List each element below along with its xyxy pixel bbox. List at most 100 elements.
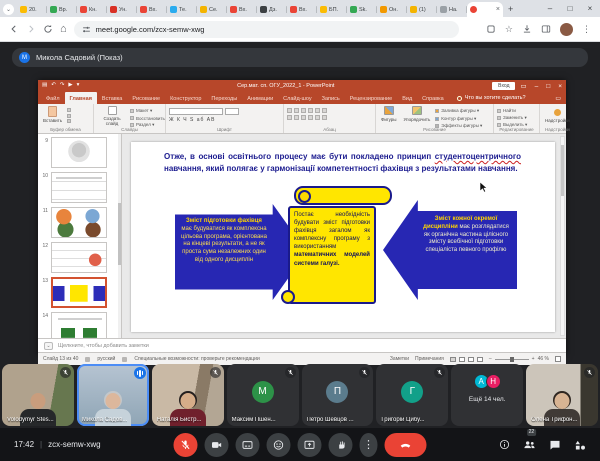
chrome-menu-icon[interactable]: ⋮ [582, 24, 591, 35]
reload-button[interactable] [43, 24, 53, 34]
window-minimize-button[interactable]: – [540, 0, 560, 17]
browser-tab[interactable]: Вх. [227, 2, 257, 17]
site-settings-icon[interactable] [82, 25, 91, 34]
leave-call-button[interactable] [385, 433, 427, 457]
new-slide-button[interactable]: Создать слайд [97, 106, 127, 126]
notes-toggle[interactable]: Заметки [390, 356, 409, 362]
addins-button[interactable]: Надстройки [543, 106, 572, 126]
side-panel-icon[interactable] [541, 24, 551, 34]
browser-tab[interactable]: Те. [167, 2, 197, 17]
thumbnail-slide-11[interactable]: 11 [41, 207, 120, 238]
browser-tab[interactable]: Кн. [77, 2, 107, 17]
browser-tab[interactable]: Он. [377, 2, 407, 17]
fit-slide-button[interactable] [555, 356, 561, 362]
presenter-banner[interactable]: M Микола Садовий (Показ) [12, 48, 588, 67]
browser-tab[interactable]: Ун. [107, 2, 137, 17]
ribbon-tab[interactable]: Анимации [242, 92, 278, 104]
thumbnail-slide-13-selected[interactable]: 13 [41, 277, 120, 308]
shape-outline-button[interactable]: Контур фигуры ▾ [435, 116, 482, 122]
comments-toggle[interactable]: Примечания [415, 356, 444, 362]
current-slide[interactable]: Отже, в основі освітнього процесу має бу… [131, 142, 555, 332]
ribbon-tab[interactable]: Слайд-шоу [278, 92, 317, 104]
participant-tile-maksym[interactable]: M Максим Пшен... [227, 364, 299, 426]
thumbnail-slide-9[interactable]: 9 [41, 137, 120, 168]
window-close-button[interactable]: × [580, 0, 600, 17]
ppt-close-button[interactable]: × [558, 83, 562, 90]
share-icon[interactable] [486, 24, 496, 34]
accessibility-status[interactable]: Специальные возможности: проверьте реком… [134, 356, 259, 362]
find-button[interactable]: Найти [497, 108, 527, 113]
tell-me-box[interactable]: Что вы хотите сделать? [457, 92, 526, 104]
notes-collapse-button[interactable]: ⌄ [44, 342, 53, 350]
ribbon-collapse-icon[interactable]: ▭ [555, 92, 566, 104]
tab-search-button[interactable]: ⌄ [3, 4, 14, 15]
ribbon-tab[interactable]: Переходы [206, 92, 242, 104]
browser-tab[interactable]: 20. [17, 2, 47, 17]
font-name-box[interactable] [169, 108, 223, 115]
meeting-details-button[interactable] [499, 428, 510, 461]
browser-tab[interactable]: Вх. [137, 2, 167, 17]
ribbon-tab[interactable]: Конструктор [165, 92, 206, 104]
bookmark-star-icon[interactable]: ☆ [505, 24, 513, 35]
replace-button[interactable]: Заменить ▾ [497, 115, 527, 121]
thumbnail-slide-12[interactable]: 12 [41, 242, 120, 273]
browser-tab[interactable]: Вр. [47, 2, 77, 17]
ppt-maximize-button[interactable]: □ [546, 83, 550, 90]
browser-tab[interactable]: Се. [197, 2, 227, 17]
paragraph-buttons-row2[interactable] [287, 115, 372, 120]
zoom-slider[interactable] [495, 359, 529, 360]
window-maximize-button[interactable]: □ [560, 0, 580, 17]
home-button[interactable]: ⌂ [60, 24, 67, 35]
captions-button[interactable] [236, 433, 260, 457]
diagram-right-arrow-box[interactable]: Зміст кожної окремої дисципліни має розг… [383, 200, 517, 300]
people-button[interactable]: 22 [523, 428, 536, 461]
camera-button[interactable] [205, 433, 229, 457]
save-icon[interactable]: ▤ [42, 83, 47, 89]
ribbon-tab[interactable]: Файл [41, 92, 65, 104]
ribbon-tab[interactable]: Главная [65, 92, 97, 104]
ribbon-tab[interactable]: Справка [417, 92, 449, 104]
spellcheck-status-icon[interactable] [85, 357, 90, 362]
tab-close-icon[interactable]: × [496, 6, 500, 13]
participant-tile-petro[interactable]: П Петро Шевцов ... [302, 364, 374, 426]
ribbon-tab[interactable]: Рецензирование [345, 92, 397, 104]
ppt-minimize-button[interactable]: – [535, 83, 539, 90]
ribbon-tab[interactable]: Рисование [127, 92, 165, 104]
view-mode-buttons[interactable] [450, 357, 483, 362]
zoom-level[interactable]: 46 % [538, 356, 549, 362]
copy-button[interactable] [67, 114, 71, 118]
forward-button[interactable] [26, 24, 36, 34]
present-screen-button[interactable] [298, 433, 322, 457]
slide-thumbnail-panel[interactable]: 9 10 11 12 13 14 [38, 134, 122, 338]
zoom-in-button[interactable]: + [532, 356, 535, 362]
participant-tile-natalia[interactable]: Наталія Бистр... [152, 364, 224, 426]
participant-tile-mykola-speaking[interactable]: Микола Садов... [77, 364, 149, 426]
profile-avatar[interactable] [560, 23, 573, 36]
diagram-center-box[interactable]: Постає необхідність будувати зміст підго… [288, 206, 376, 304]
ribbon-tab[interactable]: Запись [317, 92, 345, 104]
shape-fill-button[interactable]: Заливка фигуры ▾ [435, 108, 482, 114]
diagram-scroll-banner[interactable] [294, 186, 392, 205]
font-size-box[interactable] [225, 108, 239, 115]
paste-button[interactable]: Вставить [41, 106, 64, 126]
browser-tab[interactable]: Дз. [257, 2, 287, 17]
format-painter-button[interactable] [67, 119, 71, 123]
more-options-button[interactable]: ⋮ [360, 433, 378, 457]
back-button[interactable] [9, 24, 19, 34]
ribbon-display-icon[interactable]: ▭ [520, 82, 526, 90]
browser-tab[interactable]: Sk. [347, 2, 377, 17]
language-indicator[interactable]: русский [97, 356, 115, 362]
reactions-button[interactable] [267, 433, 291, 457]
arrange-button[interactable]: Упорядочить [402, 106, 433, 126]
ribbon-tab[interactable]: Вставка [97, 92, 127, 104]
browser-tab[interactable]: (1) [407, 2, 437, 17]
thumbnail-slide-10[interactable]: 10 [41, 172, 120, 203]
shapes-button[interactable]: Фигуры [379, 106, 399, 126]
thumbnail-slide-14[interactable]: 14 [41, 312, 120, 338]
slideshow-icon[interactable]: ▶ [68, 83, 72, 89]
participant-tile-olena[interactable]: Олена Трифон... [526, 364, 598, 426]
ppt-signin-button[interactable]: Вход [492, 82, 515, 90]
activities-button[interactable] [574, 428, 586, 461]
reset-button[interactable]: Восстановить [130, 116, 165, 121]
mic-button-muted[interactable] [174, 433, 198, 457]
